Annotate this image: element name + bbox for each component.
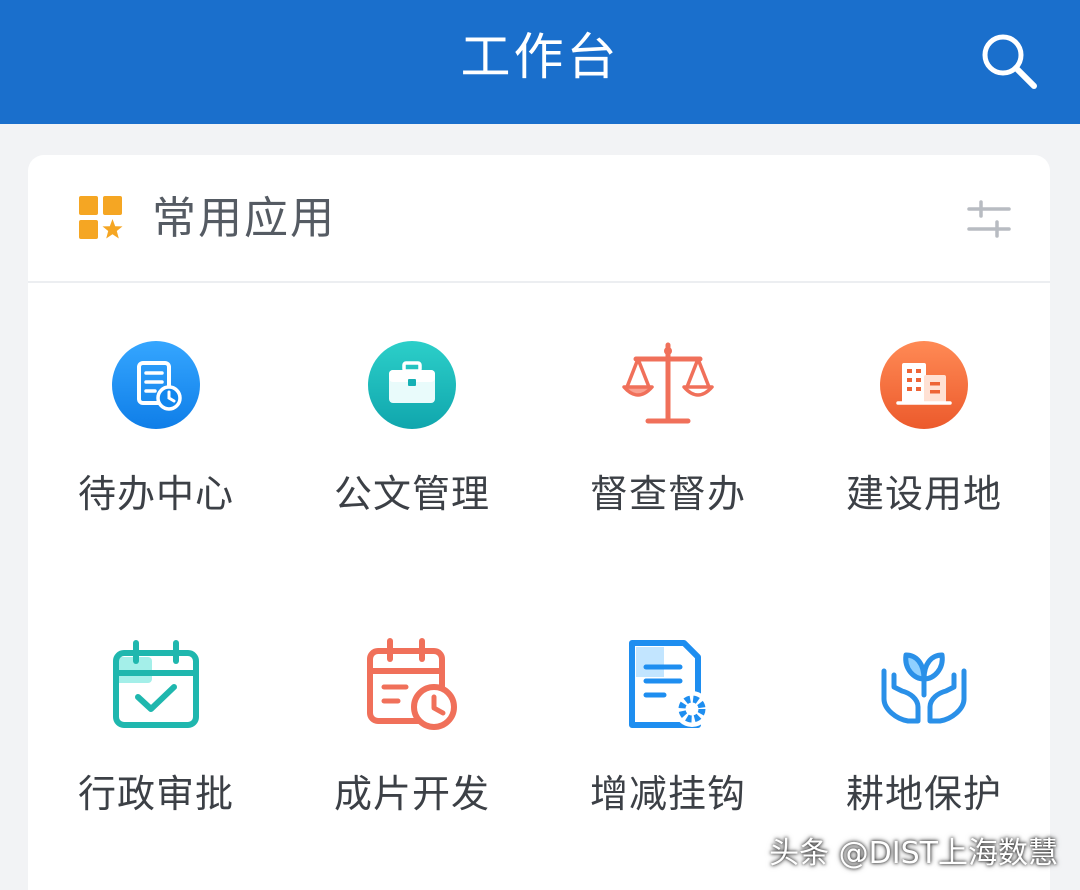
apps-grid-star-icon bbox=[79, 196, 123, 239]
calendar-check-icon bbox=[113, 640, 199, 728]
briefcase-icon bbox=[368, 341, 456, 429]
sliders-icon[interactable] bbox=[966, 199, 1012, 239]
common-apps-card: 常用应用 待办中心 公文管理 督查督办 建设用地 行政审批 成片开发 增减挂钩 … bbox=[28, 155, 1050, 890]
workbench-screen: 工作台 常用应用 待办中心 公文管理 督查督办 建设用地 行政审批 成片开发 增… bbox=[0, 0, 1080, 890]
app-increase-decrease-link[interactable]: 增减挂钩 bbox=[540, 583, 796, 863]
app-todo-center[interactable]: 待办中心 bbox=[28, 283, 284, 563]
app-label: 行政审批 bbox=[77, 772, 234, 816]
document-clock-icon bbox=[112, 341, 200, 429]
document-gear-icon bbox=[629, 640, 710, 728]
hands-sprout-icon bbox=[881, 652, 967, 724]
app-label: 增减挂钩 bbox=[589, 772, 746, 816]
page-title: 工作台 bbox=[460, 28, 620, 86]
app-document-management[interactable]: 公文管理 bbox=[284, 283, 540, 563]
app-label: 建设用地 bbox=[845, 472, 1002, 516]
building-icon bbox=[880, 341, 968, 429]
calendar-clock-icon bbox=[367, 638, 457, 730]
top-bar: 工作台 bbox=[0, 0, 1080, 124]
search-icon bbox=[982, 34, 1037, 89]
app-farmland-protection[interactable]: 耕地保护 bbox=[796, 583, 1052, 863]
app-label: 耕地保护 bbox=[845, 772, 1002, 816]
app-label: 公文管理 bbox=[333, 472, 490, 516]
source-watermark: 头条 @DIST上海数慧 bbox=[769, 836, 1058, 871]
app-label: 待办中心 bbox=[77, 472, 234, 516]
section-header: 常用应用 bbox=[28, 155, 1050, 283]
app-label: 成片开发 bbox=[333, 772, 490, 816]
balance-scale-icon bbox=[622, 342, 714, 424]
app-construction-land[interactable]: 建设用地 bbox=[796, 283, 1052, 563]
app-label: 督查督办 bbox=[589, 472, 746, 516]
app-administrative-approval[interactable]: 行政审批 bbox=[28, 583, 284, 863]
section-title: 常用应用 bbox=[152, 193, 336, 244]
app-area-development[interactable]: 成片开发 bbox=[284, 583, 540, 863]
search-button[interactable] bbox=[974, 26, 1044, 96]
app-supervision[interactable]: 督查督办 bbox=[540, 283, 796, 563]
